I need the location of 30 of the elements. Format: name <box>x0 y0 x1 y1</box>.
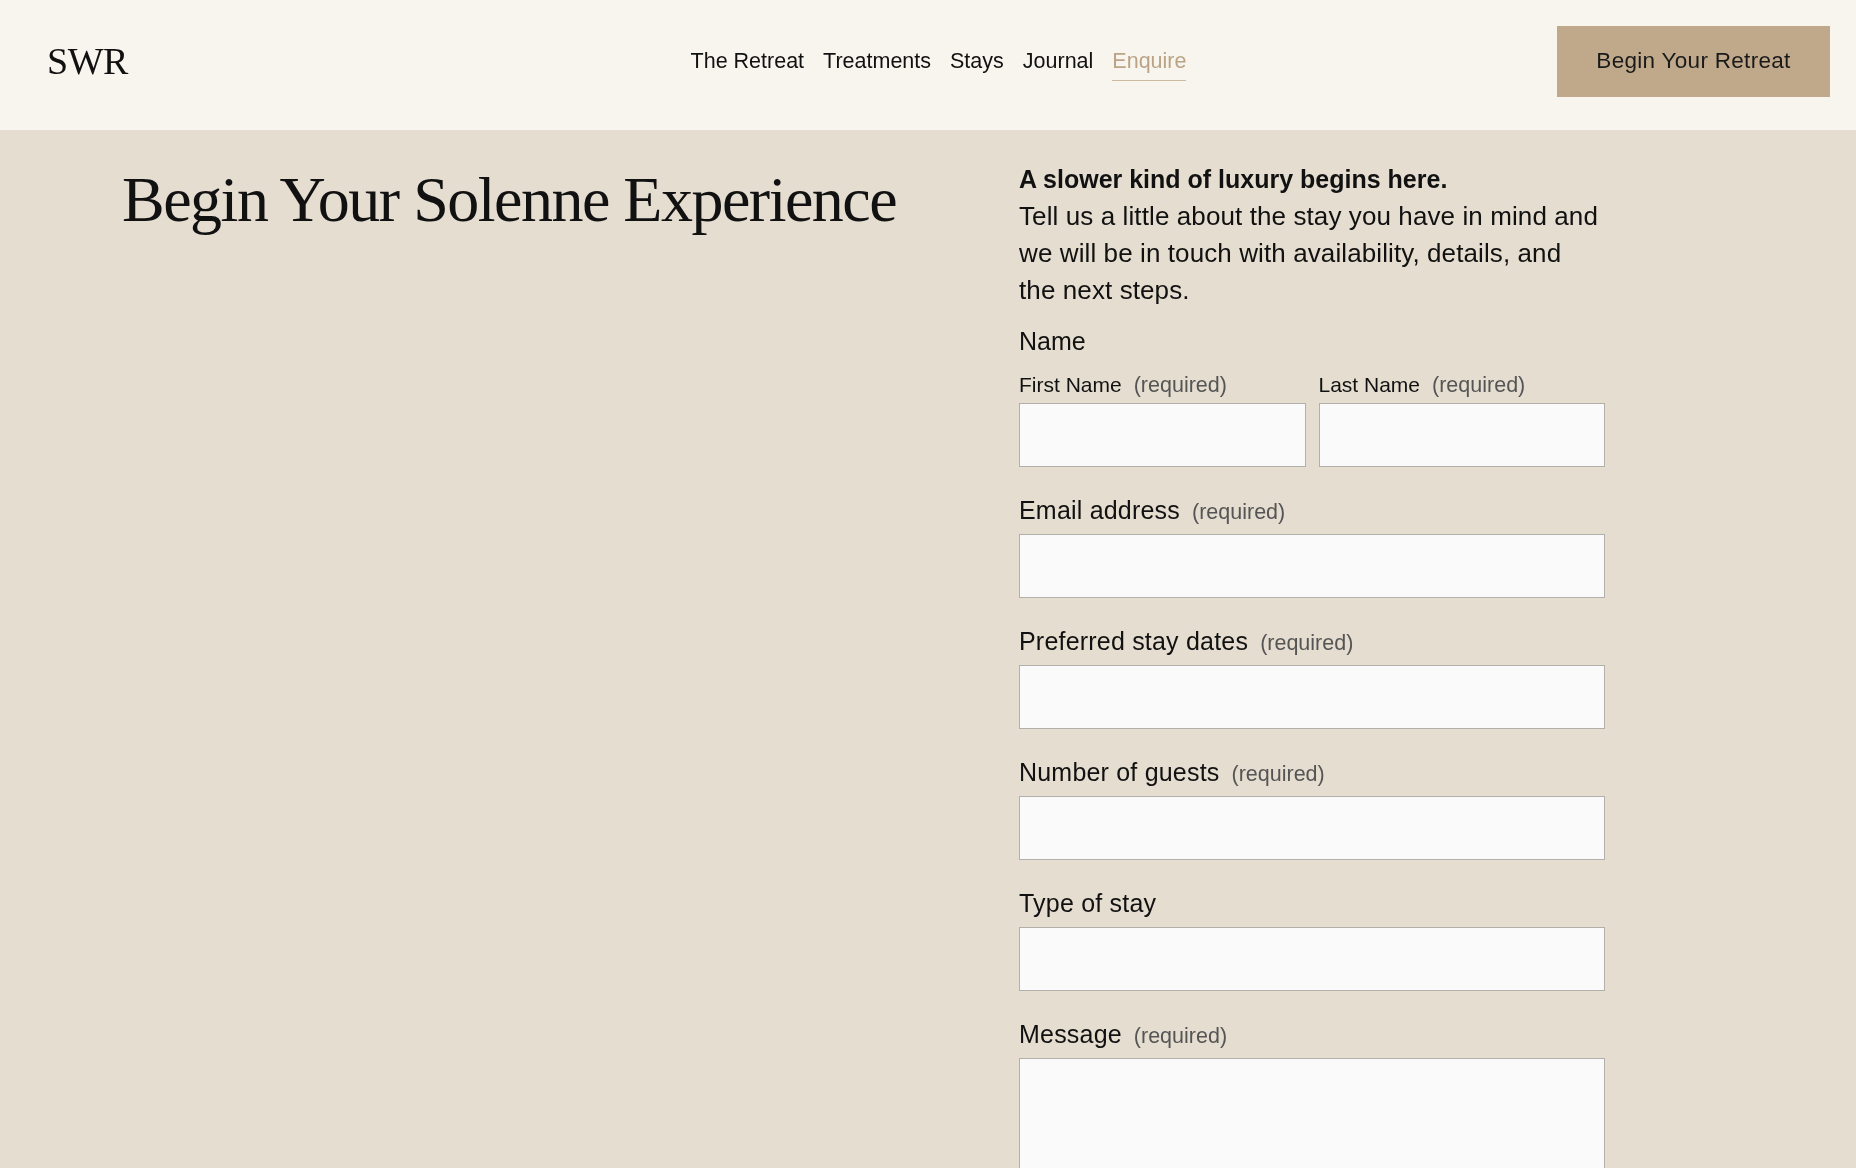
page-title: Begin Your Solenne Experience <box>122 163 898 237</box>
input-field[interactable] <box>1318 403 1605 467</box>
field-label: Type of stay <box>1019 888 1157 919</box>
required-note: (required) <box>1192 499 1286 526</box>
intro-heading: A slower kind of luxury begins here. <box>1019 164 1449 195</box>
group-label: Name <box>1019 326 1087 357</box>
input-field[interactable] <box>1019 927 1605 991</box>
message-field[interactable] <box>1019 1058 1605 1168</box>
required-note: (required) <box>1133 1023 1228 1050</box>
field-label: First Name <box>1019 372 1122 398</box>
field-label: Number of guests <box>1019 757 1220 788</box>
required-note: (required) <box>1133 372 1227 399</box>
input-field[interactable] <box>1019 665 1605 729</box>
cta-button[interactable]: Begin Your Retreat <box>1557 25 1830 97</box>
input-field[interactable] <box>1019 403 1306 467</box>
nav-link[interactable]: Stays <box>950 42 1004 82</box>
input-field[interactable] <box>1019 534 1605 598</box>
required-note: (required) <box>1260 630 1354 657</box>
nav-link[interactable]: The Retreat <box>690 42 805 82</box>
intro-text: Tell us a little about the stay you have in mind and we will be in touch with availability, details, and the next steps. <box>1019 200 1599 307</box>
logo-text[interactable]: SWR <box>47 42 128 80</box>
field-label: Email address <box>1019 495 1180 526</box>
field-label: Last Name <box>1318 372 1421 398</box>
field-label: Preferred stay dates <box>1019 626 1249 657</box>
input-field[interactable] <box>1019 796 1605 860</box>
field-label: Message <box>1019 1019 1122 1050</box>
required-note: (required) <box>1432 372 1526 399</box>
nav-link[interactable]: Treatments <box>823 42 932 82</box>
required-note: (required) <box>1231 761 1325 788</box>
nav-link[interactable]: Journal <box>1022 42 1094 82</box>
